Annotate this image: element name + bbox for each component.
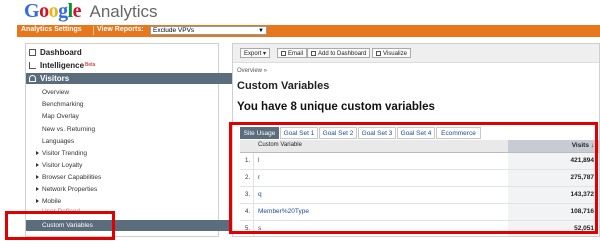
sidebar-item-label: Visitor Loyalty — [42, 162, 83, 169]
column-header-visits[interactable]: Visits ↓ — [508, 140, 599, 152]
google-analytics-logo: Google Analytics — [24, 0, 158, 22]
email-label: Email — [288, 51, 304, 57]
table-header: Custom Variable Visits ↓ — [240, 140, 599, 153]
custom-variable-link[interactable]: q — [258, 187, 262, 203]
sidebar-item-dashboard[interactable]: Dashboard — [26, 47, 232, 58]
sidebar-item-label: Intelligence — [40, 61, 85, 70]
table-row: 5. s 52,051 — [240, 221, 599, 236]
table-row: 1. l 421,894 — [240, 153, 599, 170]
visits-value: 275,787 — [508, 170, 599, 186]
sidebar-item-visitor-trending[interactable]: Visitor Trending — [26, 148, 228, 159]
breadcrumb[interactable]: Overview » — [237, 68, 267, 74]
expand-arrow-icon — [36, 175, 39, 180]
visualize-label: Visualize — [383, 51, 407, 57]
visualize-button[interactable]: Visualize — [372, 48, 411, 58]
custom-variable-link[interactable]: s — [258, 221, 261, 236]
row-number: 4. — [240, 204, 254, 220]
sidebar-item-label: Dashboard — [40, 48, 82, 57]
visits-value: 52,051 — [508, 221, 599, 236]
sidebar-item-benchmarking[interactable]: Benchmarking — [26, 99, 234, 110]
row-number: 5. — [240, 221, 254, 236]
sidebar-item-overview[interactable]: Overview — [26, 87, 234, 98]
expand-arrow-icon — [36, 163, 39, 168]
view-reports-label: View Reports: — [97, 26, 144, 33]
page-title: Custom Variables — [237, 80, 330, 92]
row-number: 2. — [240, 170, 254, 186]
sidebar-item-label: Visitors — [40, 74, 70, 83]
report-profile-select[interactable]: Exclude VPVs ▼ — [150, 26, 267, 35]
sidebar-item-mobile[interactable]: Mobile — [26, 196, 228, 207]
expand-arrow-icon — [36, 187, 39, 192]
custom-variable-link[interactable]: l — [258, 153, 259, 169]
table-row: 2. r 275,787 — [240, 170, 599, 187]
custom-variable-link[interactable]: r — [258, 170, 260, 186]
add-dashboard-label: Add to Dashboard — [318, 51, 367, 57]
google-wordmark: Google — [24, 0, 82, 22]
tab-goal-set-4[interactable]: Goal Set 4 — [397, 127, 435, 139]
sidebar-item-new-vs-returning[interactable]: New vs. Returning — [26, 124, 234, 135]
dashboard-icon — [29, 49, 36, 56]
tab-goal-set-1[interactable]: Goal Set 1 — [280, 127, 318, 139]
table-row: 3. q 143,372 — [240, 187, 599, 204]
intelligence-icon — [29, 62, 36, 69]
tab-ecommerce[interactable]: Ecommerce — [436, 127, 481, 139]
chevron-down-icon: ▼ — [258, 28, 264, 34]
tab-goal-set-3[interactable]: Goal Set 3 — [358, 127, 396, 139]
nav-divider — [93, 26, 94, 35]
chart-icon — [376, 50, 381, 56]
sidebar-item-browser-capabilities[interactable]: Browser Capabilities — [26, 172, 228, 183]
sidebar-item-map-overlay[interactable]: Map Overlay — [26, 111, 234, 122]
sidebar: Dashboard IntelligenceBeta Visitors Over… — [25, 43, 234, 237]
sidebar-item-label: Browser Capabilities — [42, 174, 102, 181]
summary-headline: You have 8 unique custom variables — [237, 101, 435, 113]
report-panel: Export ▾ Email Add to Dashboard Visualiz… — [232, 43, 600, 237]
product-name: Analytics — [89, 2, 158, 21]
sidebar-item-label: Network Properties — [42, 186, 98, 193]
visits-value: 143,372 — [508, 187, 599, 203]
tab-site-usage[interactable]: Site Usage — [240, 127, 279, 139]
sidebar-item-visitor-loyalty[interactable]: Visitor Loyalty — [26, 160, 228, 171]
visits-value: 108,716 — [508, 204, 599, 220]
beta-badge: Beta — [85, 62, 96, 68]
report-select-value: Exclude VPVs — [153, 27, 195, 34]
sidebar-item-label: Visitor Trending — [42, 150, 88, 157]
export-button[interactable]: Export ▾ — [240, 48, 271, 58]
report-toolbar: Export ▾ Email Add to Dashboard Visualiz… — [233, 44, 599, 63]
sidebar-item-network-properties[interactable]: Network Properties — [26, 184, 228, 195]
row-number: 1. — [240, 153, 254, 169]
sidebar-item-visitors[interactable]: Visitors — [26, 73, 232, 84]
expand-arrow-icon — [36, 151, 39, 156]
sidebar-item-languages[interactable]: Languages — [26, 136, 234, 147]
table-row: 4. Member%20Type 108,716 — [240, 204, 599, 221]
sidebar-item-intelligence[interactable]: IntelligenceBeta — [26, 60, 232, 71]
column-header-custom-variable[interactable]: Custom Variable — [258, 142, 302, 148]
sidebar-item-custom-variables[interactable]: Custom Variables — [26, 220, 234, 231]
top-nav-bar: Analytics Settings View Reports: Exclude… — [17, 25, 600, 37]
visits-value: 421,894 — [508, 153, 599, 169]
tab-goal-set-2[interactable]: Goal Set 2 — [319, 127, 357, 139]
email-icon — [281, 50, 286, 56]
sidebar-item-label: Mobile — [42, 198, 62, 205]
custom-variable-link[interactable]: Member%20Type — [258, 204, 309, 220]
email-button[interactable]: Email — [277, 48, 308, 58]
analytics-settings-link[interactable]: Analytics Settings — [21, 26, 82, 33]
add-to-dashboard-button[interactable]: Add to Dashboard — [307, 48, 371, 58]
expand-arrow-icon — [36, 199, 39, 204]
dashboard-add-icon — [311, 50, 316, 56]
person-icon — [29, 75, 36, 82]
row-number: 3. — [240, 187, 254, 203]
sidebar-item-user-defined[interactable]: User Defined — [26, 208, 234, 216]
